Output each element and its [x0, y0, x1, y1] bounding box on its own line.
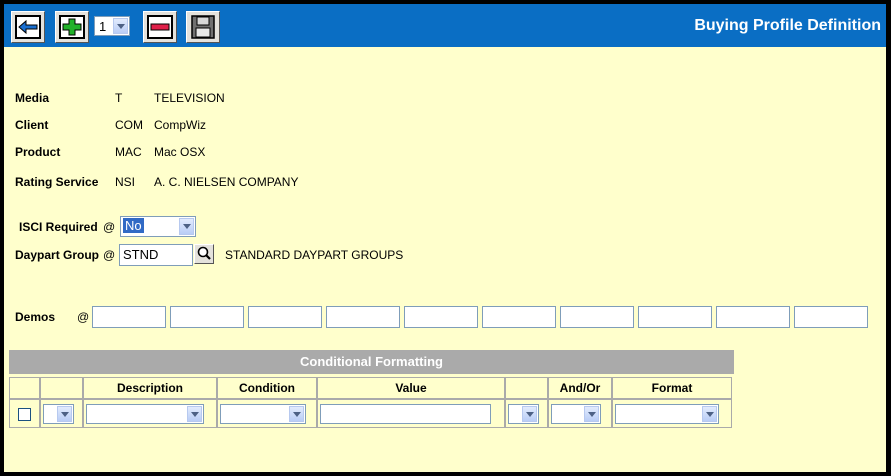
- toolbar: 1 Buying Profile Definition: [4, 4, 886, 47]
- page-number-select[interactable]: 1: [94, 16, 130, 36]
- demo-input-3[interactable]: [248, 306, 322, 328]
- isci-required-at: @: [103, 220, 116, 234]
- chevron-down-icon: [179, 218, 194, 235]
- demo-input-10[interactable]: [794, 306, 868, 328]
- operator-cell: [40, 399, 83, 428]
- paren-select[interactable]: [508, 404, 539, 424]
- isci-required-select[interactable]: No: [120, 216, 196, 237]
- rating-service-label: Rating Service: [15, 175, 99, 189]
- column-header-and-or: And/Or: [548, 377, 612, 399]
- back-arrow-icon: [15, 15, 41, 39]
- client-name: CompWiz: [154, 118, 207, 132]
- media-label: Media: [15, 91, 50, 105]
- condition-cell: [217, 399, 317, 428]
- magnifier-icon: [197, 246, 211, 260]
- chevron-down-icon: [522, 406, 537, 422]
- demo-input-5[interactable]: [404, 306, 478, 328]
- daypart-group-at: @: [103, 248, 116, 262]
- column-header-paren: [505, 377, 548, 399]
- demo-input-2[interactable]: [170, 306, 244, 328]
- format-cell: [612, 399, 732, 428]
- column-header-value: Value: [317, 377, 505, 399]
- rating-service-name: A. C. NIELSEN COMPANY: [154, 175, 299, 189]
- column-header-condition: Condition: [217, 377, 317, 399]
- paren-cell: [505, 399, 548, 428]
- demos-label: Demos: [15, 310, 56, 324]
- add-button[interactable]: [55, 11, 89, 43]
- delete-icon: [147, 15, 173, 39]
- table-row: [9, 399, 732, 428]
- daypart-lookup-button[interactable]: [194, 244, 214, 264]
- rating-service-code: NSI: [115, 175, 136, 189]
- and-or-select[interactable]: [551, 404, 601, 424]
- condition-select[interactable]: [220, 404, 306, 424]
- daypart-group-input[interactable]: STND: [119, 244, 193, 266]
- row-checkbox[interactable]: [18, 408, 31, 421]
- chevron-down-icon: [584, 406, 599, 422]
- conditional-formatting-header: Conditional Formatting: [9, 350, 734, 374]
- delete-button[interactable]: [143, 11, 177, 43]
- isci-required-label: ISCI Required: [19, 220, 98, 234]
- save-button[interactable]: [186, 11, 220, 43]
- column-header-description: Description: [83, 377, 217, 399]
- description-select[interactable]: [86, 404, 204, 424]
- column-header-operator: [40, 377, 83, 399]
- isci-required-value: No: [123, 218, 144, 233]
- format-select[interactable]: [615, 404, 719, 424]
- conditional-formatting-table: Description Condition Value And/Or Forma…: [9, 377, 732, 428]
- product-label: Product: [15, 145, 61, 159]
- buying-profile-window: 1 Buying Profile Definition Media T TELE…: [3, 3, 887, 473]
- demo-input-1[interactable]: [92, 306, 166, 328]
- demo-input-4[interactable]: [326, 306, 400, 328]
- value-input[interactable]: [320, 404, 491, 424]
- column-header-format: Format: [612, 377, 732, 399]
- operator-select[interactable]: [43, 404, 74, 424]
- chevron-down-icon: [289, 406, 304, 422]
- demo-input-9[interactable]: [716, 306, 790, 328]
- chevron-down-icon: [187, 406, 202, 422]
- demo-input-6[interactable]: [482, 306, 556, 328]
- chevron-down-icon: [702, 406, 717, 422]
- media-name: TELEVISION: [154, 91, 225, 105]
- page-title: Buying Profile Definition: [694, 17, 881, 34]
- product-name: Mac OSX: [154, 145, 206, 159]
- add-icon: [59, 15, 85, 39]
- value-cell: [317, 399, 505, 428]
- media-code: T: [115, 91, 123, 105]
- demos-at: @: [77, 310, 90, 324]
- column-header-select: [9, 377, 40, 399]
- and-or-cell: [548, 399, 612, 428]
- daypart-group-label: Daypart Group: [15, 248, 100, 262]
- row-select-cell: [9, 399, 40, 428]
- client-code: COM: [115, 118, 143, 132]
- client-label: Client: [15, 118, 49, 132]
- daypart-group-description: STANDARD DAYPART GROUPS: [225, 248, 404, 262]
- description-cell: [83, 399, 217, 428]
- demo-input-8[interactable]: [638, 306, 712, 328]
- back-button[interactable]: [11, 11, 45, 43]
- page-number-value: 1: [99, 19, 107, 34]
- chevron-down-icon: [57, 406, 72, 422]
- save-icon: [191, 15, 215, 39]
- product-code: MAC: [115, 145, 142, 159]
- chevron-down-icon: [113, 18, 128, 34]
- demo-input-7[interactable]: [560, 306, 634, 328]
